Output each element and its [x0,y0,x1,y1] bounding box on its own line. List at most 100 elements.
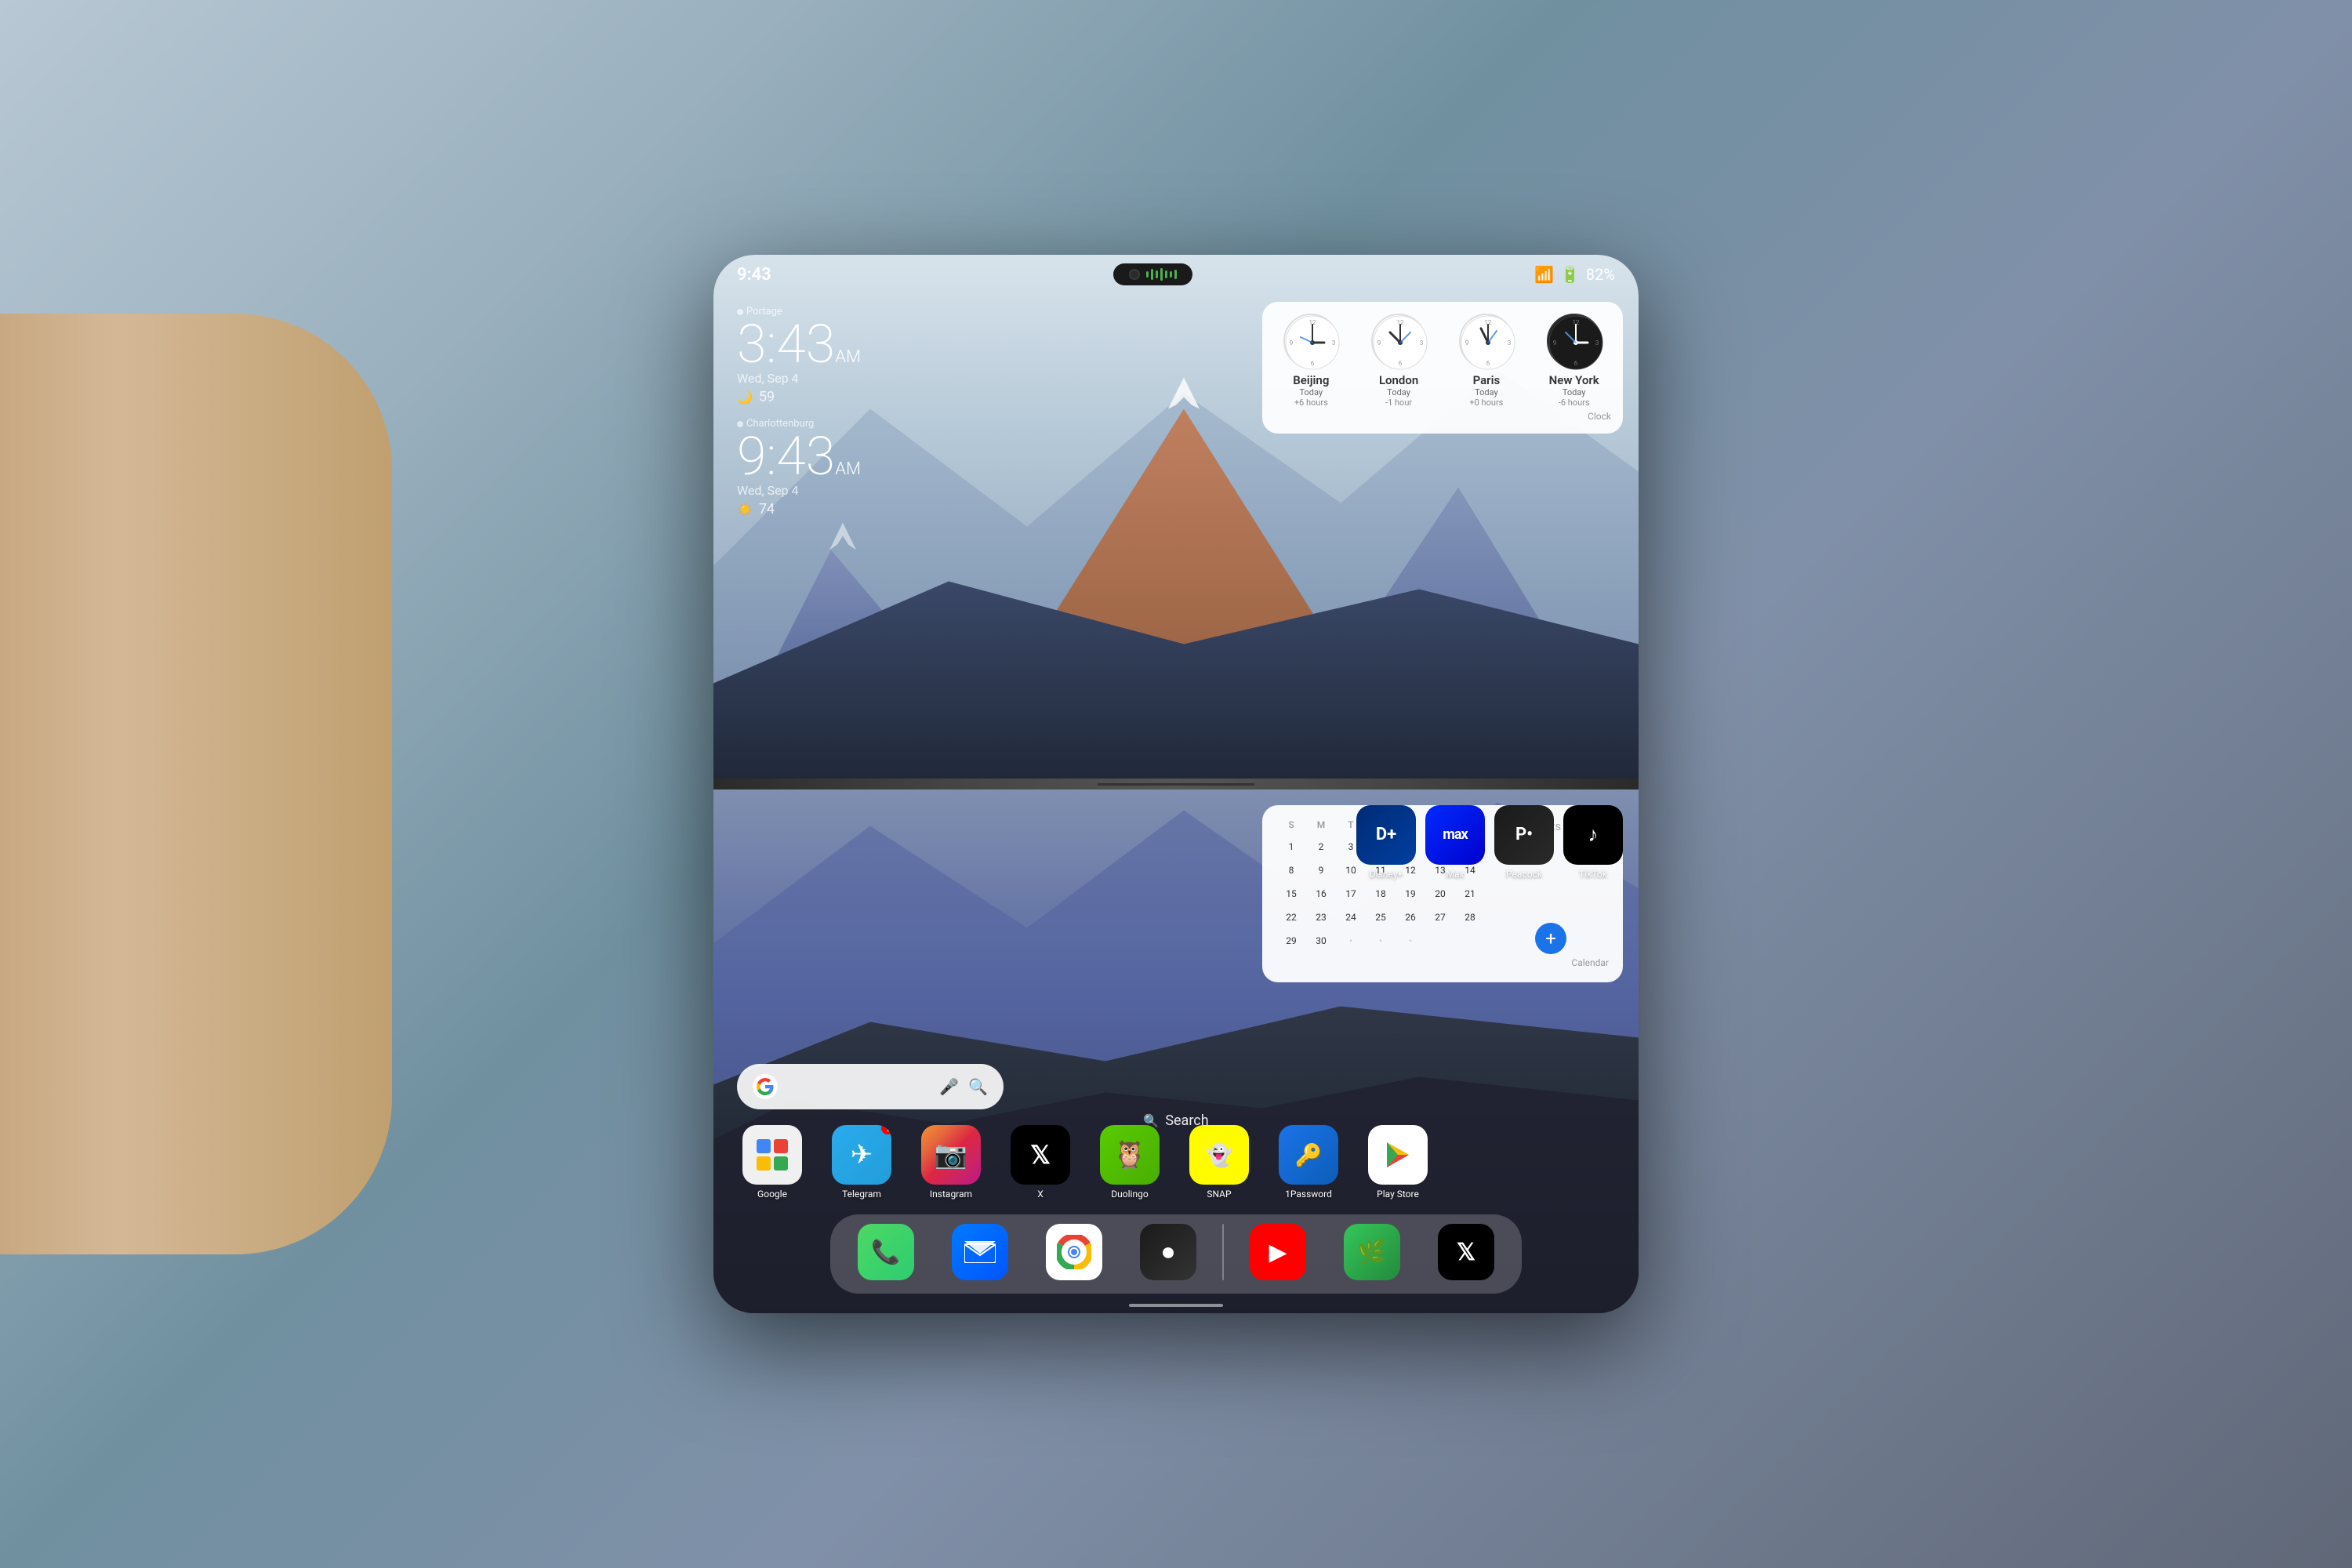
dock-youtube-wrap: ▶ [1235,1224,1321,1284]
portage-time: 3:43AM [737,318,861,371]
dock-mail-icon[interactable] [952,1224,1008,1280]
disney-icon[interactable]: D+ [1356,805,1416,865]
telegram-app-wrap: ✈ 1 Telegram [818,1125,905,1200]
cal-week-5: 29 30 • • • [1276,931,1485,951]
beijing-date: Today [1299,387,1323,397]
analog-clock-paris: 12 3 6 9 [1459,314,1514,368]
svg-text:3: 3 [1420,339,1424,347]
max-app: max Max [1425,805,1485,880]
charlottenburg-weather: ☀️ 74 [737,501,861,517]
tiktok-icon[interactable]: ♪ [1563,805,1623,865]
dock-camera-wrap: ⏺ [1125,1224,1211,1284]
paris-date: Today [1475,387,1498,397]
google-app-icon[interactable] [742,1125,802,1185]
main-app-grid: Google ✈ 1 Telegram 📷 Instagram [729,1125,1623,1200]
instagram-app-icon[interactable]: 📷 [921,1125,981,1185]
dock-x-icon[interactable]: 𝕏 [1438,1224,1494,1280]
add-event-button[interactable]: + [1535,923,1566,954]
search-label-text: Search [1165,1112,1208,1129]
portage-clock: Portage 3:43AM Wed, Sep 4 🌙 59 [737,306,861,405]
dock-phone-wrap: 📞 [843,1224,929,1284]
world-clock-label: Clock [1274,411,1611,422]
paris-name: Paris [1473,373,1501,387]
snap-app-wrap: 👻 SNAP [1176,1125,1262,1200]
newyork-name: New York [1549,373,1599,387]
svg-text:3: 3 [1508,339,1512,347]
google-search-bar[interactable]: 🎤 🔍 [737,1064,1004,1109]
charlottenburg-weather-icon: ☀️ [737,502,753,517]
duolingo-app-label: Duolingo [1111,1189,1148,1200]
dock-files-icon[interactable]: 🌿 [1344,1224,1400,1280]
battery-percent: 82% [1586,265,1615,284]
playstore-app-icon[interactable] [1368,1125,1428,1185]
audio-waves [1146,268,1177,281]
disney-label: Disney+ [1370,869,1403,880]
instagram-app-label: Instagram [930,1189,972,1200]
cal-week-4: 22 23 24 25 26 27 28 [1276,907,1485,927]
snap-app-icon[interactable]: 👻 [1189,1125,1249,1185]
hand-holding-phone [0,314,392,1254]
wave-bar-7 [1174,270,1177,279]
charlottenburg-clock: Charlottenburg 9:43AM Wed, Sep 4 ☀️ 74 [737,418,861,517]
google-app-label: Google [757,1189,787,1200]
app-row-main: Google ✈ 1 Telegram 📷 Instagram [729,1125,1623,1200]
wifi-icon: 📶 [1534,265,1554,284]
analog-clock-beijing: 12 3 6 9 [1283,314,1338,368]
charlottenburg-time: 9:43AM [737,430,861,483]
max-icon[interactable]: max [1425,805,1485,865]
upper-right-app-row-1: D+ Disney+ max Max P• Peacock ♪ TikTok [1356,805,1623,880]
newyork-offset: -6 hours [1559,397,1590,408]
onepassword-app-icon[interactable]: 🔑 [1279,1125,1338,1185]
duolingo-app-icon[interactable]: 🦉 [1100,1125,1160,1185]
playstore-app-label: Play Store [1377,1189,1419,1200]
cal-header-s1: S [1276,819,1306,830]
wave-bar-4 [1160,268,1163,281]
max-label: Max [1446,869,1465,880]
mic-icon[interactable]: 🎤 [939,1077,959,1096]
london-date: Today [1387,387,1410,397]
playstore-app-wrap: Play Store [1355,1125,1441,1200]
peacock-icon[interactable]: P• [1494,805,1554,865]
home-indicator[interactable] [1129,1304,1223,1307]
svg-text:6: 6 [1486,360,1490,367]
dock-x-wrap: 𝕏 [1423,1224,1509,1284]
x-app-label: X [1037,1189,1044,1200]
world-clocks-widget[interactable]: 12 3 6 9 [1262,302,1623,434]
x-app-icon[interactable]: 𝕏 [1011,1125,1070,1185]
analog-clock-newyork: 12 3 6 9 [1547,314,1602,368]
search-row[interactable]: 🔍 Search [713,1112,1639,1129]
wave-bar-1 [1146,271,1149,278]
svg-text:9: 9 [1552,339,1556,347]
wave-bar-6 [1170,271,1172,278]
svg-text:6: 6 [1399,360,1403,367]
left-clocks-widget[interactable]: Portage 3:43AM Wed, Sep 4 🌙 59 Charlotte… [737,306,861,517]
beijing-name: Beijing [1293,373,1329,387]
dock-files-wrap: 🌿 [1329,1224,1415,1284]
dock-camera-icon[interactable]: ⏺ [1140,1224,1196,1280]
onepassword-app-wrap: 🔑 1Password [1265,1125,1352,1200]
dock-youtube-icon[interactable]: ▶ [1250,1224,1306,1280]
tiktok-label: TikTok [1579,869,1607,880]
camera-pill [1113,263,1192,285]
phone-hinge [713,779,1639,789]
top-screen: 9:43 📶 🔋 82% [713,255,1639,779]
phone-top-panel: 9:43 📶 🔋 82% [713,255,1639,779]
dock-divider [1222,1224,1224,1280]
status-icons: 📶 🔋 82% [1534,265,1615,284]
tiktok-app: ♪ TikTok [1563,805,1623,880]
dock: 📞 [830,1214,1522,1294]
portage-weather: 🌙 59 [737,389,861,405]
dock-phone-icon[interactable]: 📞 [858,1224,914,1280]
lens-icon[interactable]: 🔍 [968,1077,988,1096]
instagram-app-wrap: 📷 Instagram [908,1125,994,1200]
dock-chrome-icon[interactable] [1046,1224,1102,1280]
telegram-app-icon[interactable]: ✈ 1 [832,1125,891,1185]
portage-weather-icon: 🌙 [737,390,753,405]
dock-chrome-wrap [1031,1224,1117,1284]
svg-text:6: 6 [1311,360,1315,367]
wave-bar-2 [1151,269,1153,280]
status-time: 9:43 [737,265,771,285]
peacock-label: Peacock [1506,869,1542,880]
onepassword-app-label: 1Password [1285,1189,1332,1200]
disney-app: D+ Disney+ [1356,805,1416,880]
